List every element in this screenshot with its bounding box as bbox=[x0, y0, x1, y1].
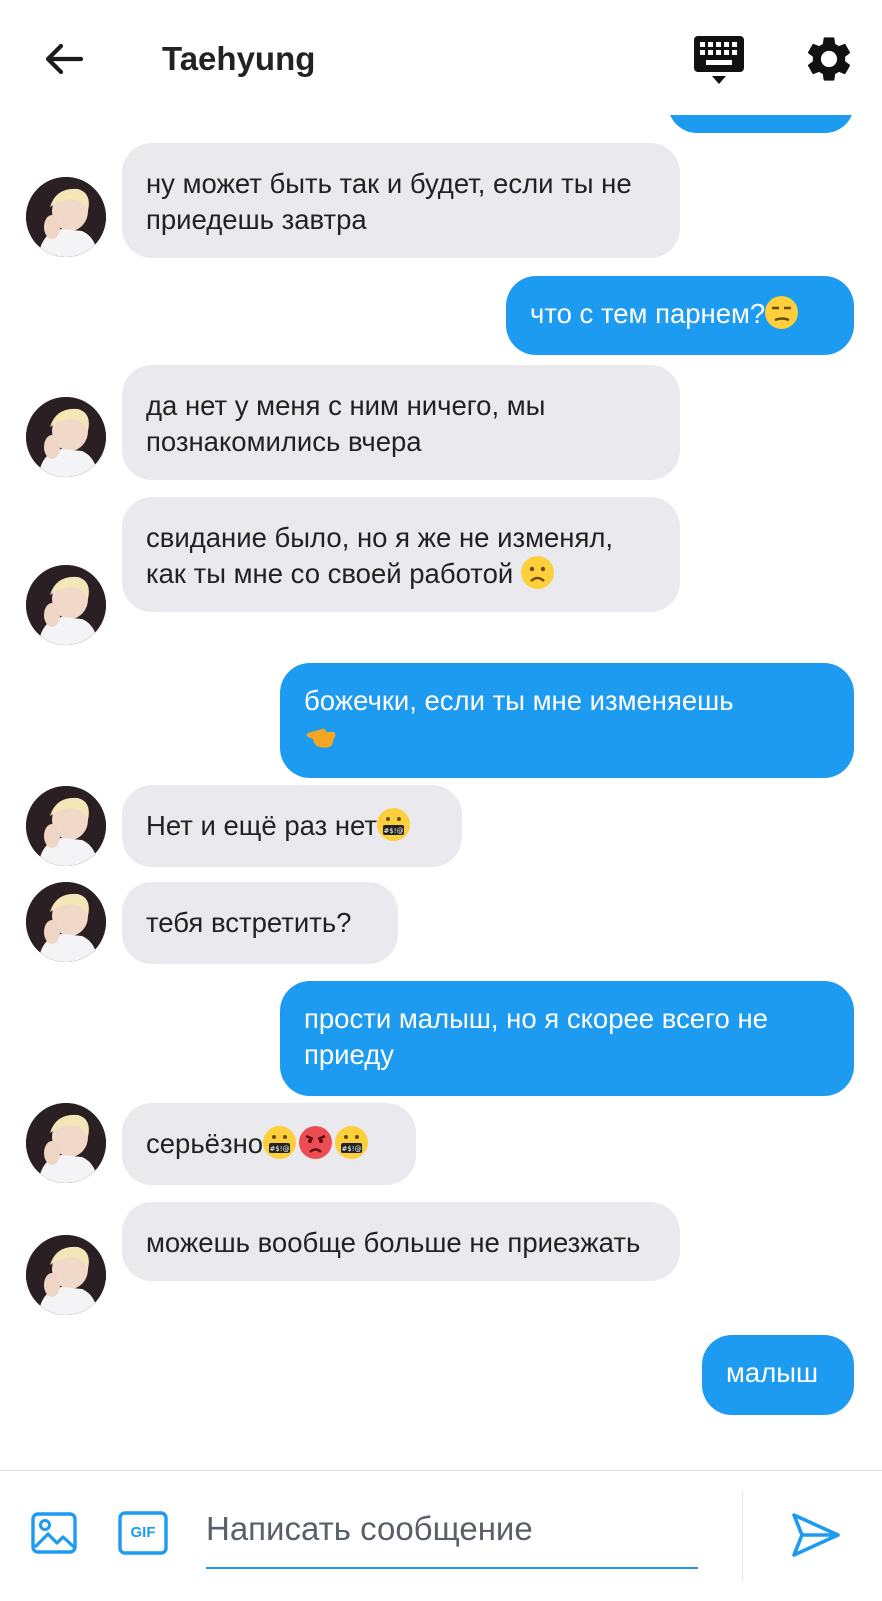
message-bubble-partial bbox=[668, 115, 854, 133]
avatar[interactable] bbox=[26, 1103, 106, 1183]
message-text: можешь вообще больше не приезжать bbox=[146, 1227, 641, 1258]
avatar[interactable] bbox=[26, 786, 106, 866]
message-text: прости малыш, но я скорее всего не приед… bbox=[304, 1003, 768, 1070]
backhand-index-pointing-left-emoji bbox=[304, 719, 337, 752]
message-text: божечки, если ты мне изменяешь bbox=[304, 685, 734, 716]
divider bbox=[742, 1491, 743, 1581]
message-text: серьёзно bbox=[146, 1128, 264, 1159]
message-text: что с тем парнем? bbox=[530, 298, 766, 329]
face-with-symbols-on-mouth-emoji: #$!@ bbox=[335, 1126, 369, 1159]
message-bubble-incoming: ну может быть так и будет, если ты не пр… bbox=[122, 143, 680, 258]
image-icon bbox=[31, 1512, 77, 1554]
message-bubble-incoming: можешь вообще больше не приезжать bbox=[122, 1202, 680, 1281]
message-text: тебя встретить? bbox=[146, 907, 352, 938]
chat-header: Taehyung bbox=[0, 0, 882, 115]
send-button[interactable] bbox=[790, 1509, 842, 1561]
settings-button[interactable] bbox=[802, 32, 856, 86]
message-bubble-outgoing: божечки, если ты мне изменяешь bbox=[280, 663, 854, 778]
avatar[interactable] bbox=[26, 397, 106, 477]
unamused-face-emoji bbox=[765, 296, 799, 329]
avatar[interactable] bbox=[26, 882, 106, 962]
gif-button[interactable]: GIF bbox=[118, 1511, 168, 1555]
send-icon bbox=[792, 1513, 840, 1557]
message-composer: GIF bbox=[0, 1470, 882, 1601]
message-bubble-incoming: тебя встретить? bbox=[122, 882, 398, 964]
back-button[interactable] bbox=[38, 34, 88, 84]
message-bubble-outgoing: малыш bbox=[702, 1335, 854, 1415]
message-text: малыш bbox=[726, 1357, 819, 1388]
message-text: да нет у меня с ним ничего, мы познакоми… bbox=[146, 390, 546, 457]
message-bubble-incoming: да нет у меня с ним ничего, мы познакоми… bbox=[122, 365, 680, 480]
face-with-symbols-on-mouth-emoji: #$!@ bbox=[377, 808, 411, 841]
message-bubble-incoming: серьёзно #$!@ #$!@ bbox=[122, 1103, 416, 1185]
svg-text:#$!@: #$!@ bbox=[383, 827, 403, 835]
attach-image-button[interactable] bbox=[30, 1509, 78, 1557]
message-text: ну может быть так и будет, если ты не пр… bbox=[146, 168, 632, 235]
avatar[interactable] bbox=[26, 1235, 106, 1315]
contact-name: Taehyung bbox=[162, 40, 316, 77]
svg-text:#$!@: #$!@ bbox=[270, 1145, 290, 1153]
message-bubble-outgoing: что с тем парнем? bbox=[506, 276, 854, 355]
message-text: Нет и ещё раз нет bbox=[146, 810, 378, 841]
gif-label: GIF bbox=[130, 1524, 156, 1541]
message-bubble-incoming: свидание было, но я же не изменял, как т… bbox=[122, 497, 680, 612]
slightly-frowning-face-emoji bbox=[520, 556, 554, 589]
gear-icon bbox=[807, 37, 851, 81]
face-with-symbols-on-mouth-emoji: #$!@ bbox=[263, 1126, 297, 1159]
svg-text:#$!@: #$!@ bbox=[342, 1145, 362, 1153]
keyboard-icon bbox=[694, 36, 744, 84]
message-bubble-outgoing: прости малыш, но я скорее всего не приед… bbox=[280, 981, 854, 1096]
arrow-left-icon bbox=[45, 43, 84, 75]
avatar[interactable] bbox=[26, 177, 106, 257]
message-input[interactable] bbox=[206, 1491, 698, 1569]
message-list[interactable]: ну может быть так и будет, если ты не пр… bbox=[0, 115, 882, 1470]
pouting-face-emoji bbox=[299, 1126, 333, 1159]
keyboard-button[interactable] bbox=[692, 32, 748, 88]
message-bubble-incoming: Нет и ещё раз нет #$!@ bbox=[122, 785, 462, 867]
avatar[interactable] bbox=[26, 565, 106, 645]
